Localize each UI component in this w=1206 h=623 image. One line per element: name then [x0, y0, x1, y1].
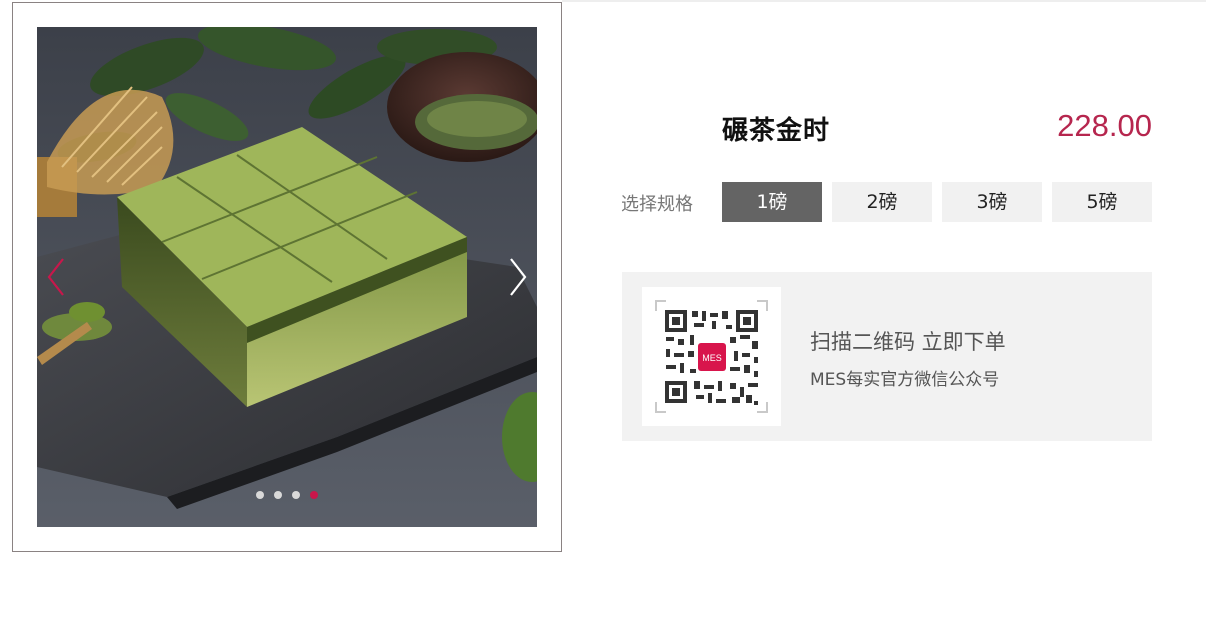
spec-option-3lb[interactable]: 3磅	[942, 182, 1042, 222]
chevron-left-icon	[47, 258, 64, 296]
qr-order-panel: MES 扫描二维码 立即下单 MES每实官方微信公众号	[622, 272, 1152, 441]
product-image	[37, 27, 537, 527]
spec-options: 1磅 2磅 3磅 5磅	[722, 182, 1152, 222]
qr-code: MES	[642, 287, 781, 426]
carousel-prev-button[interactable]	[41, 255, 71, 299]
qr-subtitle: MES每实官方微信公众号	[810, 370, 1000, 390]
spec-label: 选择规格	[621, 194, 693, 215]
chevron-right-icon	[510, 258, 527, 296]
carousel-dots	[37, 491, 537, 499]
product-gallery	[12, 2, 562, 552]
carousel-dot-3[interactable]	[292, 491, 300, 499]
spec-option-1lb[interactable]: 1磅	[722, 182, 822, 222]
spec-option-2lb[interactable]: 2磅	[832, 182, 932, 222]
spec-option-5lb[interactable]: 5磅	[1052, 182, 1152, 222]
carousel-dot-1[interactable]	[256, 491, 264, 499]
product-price: 228.00	[1057, 108, 1152, 143]
qr-logo-text: MES	[702, 353, 722, 363]
product-title: 碾茶金时	[722, 116, 831, 146]
carousel-next-button[interactable]	[503, 255, 533, 299]
carousel-dot-4[interactable]	[310, 491, 318, 499]
carousel-dot-2[interactable]	[274, 491, 282, 499]
qr-cta-text: 扫描二维码 立即下单	[810, 330, 1006, 354]
top-divider	[562, 0, 1206, 2]
